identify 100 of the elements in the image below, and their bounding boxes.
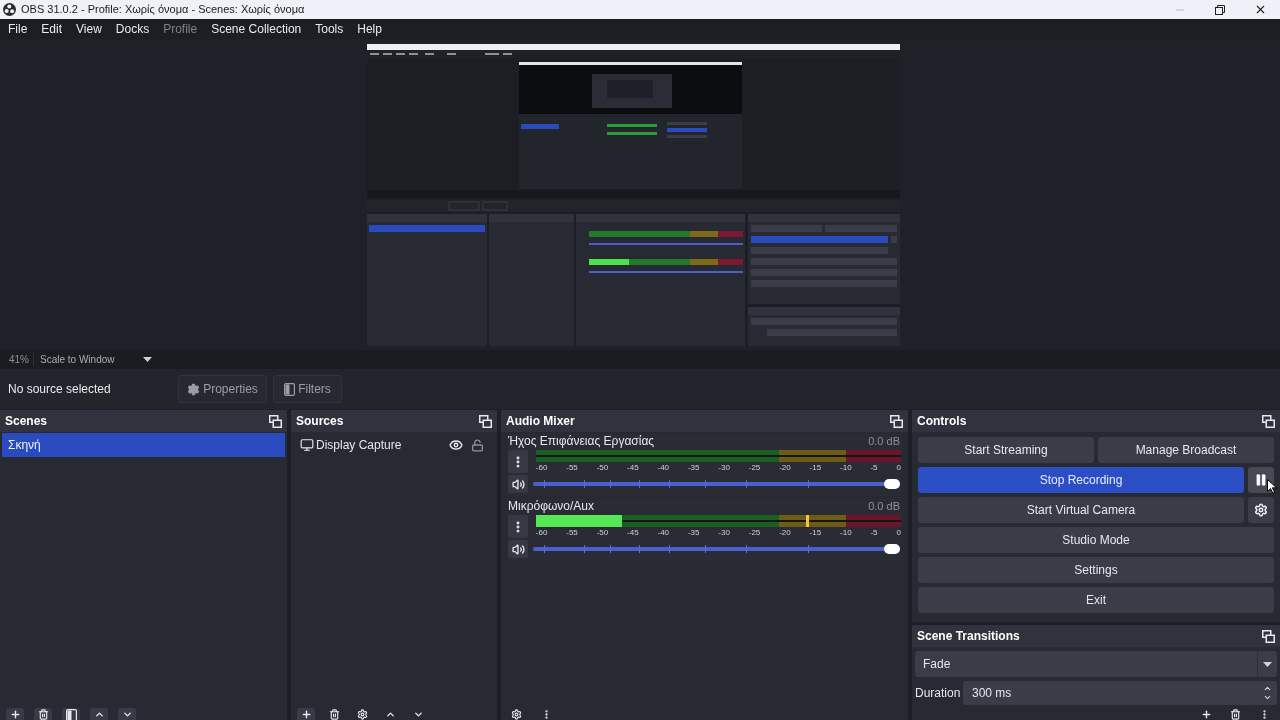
eye-icon[interactable] [449,438,463,452]
dock-title: Sources [296,413,344,430]
dock-title: Scenes [5,413,48,430]
plus-icon [9,709,21,720]
caret-icon [143,357,152,362]
meter-scale-label: -10 [840,462,852,473]
meter-scale-label: -5 [870,527,878,538]
undock-icon[interactable] [890,414,903,428]
mute-button[interactable] [508,540,528,558]
trash-icon [37,709,49,720]
move-up-button[interactable] [90,708,108,720]
menu-item[interactable]: Tools [308,19,351,39]
channel-name: Ήχος Επιφάνειας Εργασίας [508,433,655,450]
scale-mode-dropdown[interactable]: Scale to Window [40,352,152,367]
slider-thumb[interactable] [884,544,900,554]
control-button[interactable]: Manage Broadcast [1098,437,1274,463]
control-button[interactable]: Start Virtual Camera [918,497,1244,523]
control-button[interactable]: Stop Recording [918,467,1244,493]
chevron-up-icon [93,709,105,720]
meter-scale-label: -35 [687,527,700,538]
dock-title: Controls [917,413,967,430]
menu-item[interactable]: Help [350,19,389,39]
meter-scale-label: -40 [657,462,670,473]
meter-scale-label: -20 [779,462,791,473]
undock-icon[interactable] [1262,414,1275,428]
speaker-icon [511,477,525,491]
meter-scale-label: -55 [566,527,578,538]
undock-icon[interactable] [269,414,282,428]
volume-slider[interactable] [533,478,900,490]
undock-icon[interactable] [479,414,492,428]
chevron-up-icon [1262,684,1272,693]
menu-item[interactable]: File [1,19,35,39]
transition-dropdown[interactable]: Fade [915,651,1277,677]
control-button[interactable]: Studio Mode [918,527,1274,553]
add-button[interactable] [297,708,315,720]
selection-status: No source selected [7,381,112,398]
gear-icon [510,709,522,720]
meter-scale-label: -15 [809,462,822,473]
trash-icon [1229,709,1241,720]
move-down-button[interactable] [118,708,136,720]
settings-button[interactable] [1248,497,1274,523]
filter-icon [65,709,77,720]
meter-scale-label: -55 [566,462,578,473]
duration-label: Duration [915,685,962,702]
caret-icon [1263,661,1272,667]
channel-name: Μικρόφωνο/Aux [508,498,594,515]
chevron-down-icon [121,709,133,720]
meter-scale-label: -60 [535,462,548,473]
channel-level-reading: 0.0 dB [868,498,901,514]
chevron-up-icon [384,709,396,720]
menu-item[interactable]: Docks [108,19,157,39]
meter-scale-label: -50 [596,527,609,538]
chevron-down-icon [412,709,424,720]
scene-item[interactable]: Σκηνή [2,433,285,457]
control-button[interactable]: Settings [918,557,1274,583]
trash-icon [328,709,340,720]
meter-scale-label: -50 [596,462,609,473]
meter-scale-label: -45 [627,527,639,538]
dock-title: Scene Transitions [917,628,1020,645]
meter-scale-label: -35 [687,462,700,473]
source-name[interactable]: Display Capture [316,436,402,454]
meter-scale-label: -25 [748,462,761,473]
gear-icon [356,709,368,720]
dock-title: Audio Mixer [506,413,575,430]
mute-button[interactable] [508,475,528,493]
remove-button[interactable] [34,708,52,720]
menu-item[interactable]: Scene Collection [204,19,309,39]
window-title: OBS 31.0.2 - Profile: Χωρίς όνομα - Scenes: Χωρίς όνομα [21,2,305,18]
channel-menu-button[interactable] [508,450,528,473]
channel-menu-button[interactable] [508,515,528,538]
meter-scale-label: -30 [718,527,730,538]
plus-icon [300,709,312,720]
meter-scale-label: -25 [748,527,761,538]
meter-scale-label: -40 [657,527,670,538]
restore-icon [1215,4,1225,15]
meter-scale-label: -30 [718,462,730,473]
pause-icon [1254,473,1268,487]
meter-scale-label: -10 [840,527,852,538]
control-button[interactable]: Start Streaming [918,437,1094,463]
control-button[interactable]: Exit [918,587,1274,613]
meter-scale-label: -45 [627,462,639,473]
unlocked-padlock-icon[interactable] [471,438,484,452]
slider-thumb[interactable] [884,479,900,489]
gear-icon [187,382,201,396]
menu-item[interactable]: Edit [34,19,70,39]
zoom-level: 41% [8,353,30,367]
app-logo-icon [3,3,16,16]
duration-field[interactable]: 300 ms [963,681,1277,705]
speaker-icon [511,542,525,556]
gear-icon [1254,503,1268,517]
meter-scale-label: -20 [779,527,791,538]
meter-scale-label: 0 [896,527,901,538]
filters-button[interactable] [62,708,80,720]
volume-slider[interactable] [533,543,900,555]
meter-scale-label: -60 [535,527,548,538]
add-button[interactable] [6,708,24,720]
undock-icon[interactable] [1262,629,1275,643]
menu-item[interactable]: View [69,19,109,39]
plus-icon [1200,709,1212,720]
filter-icon [284,382,296,396]
